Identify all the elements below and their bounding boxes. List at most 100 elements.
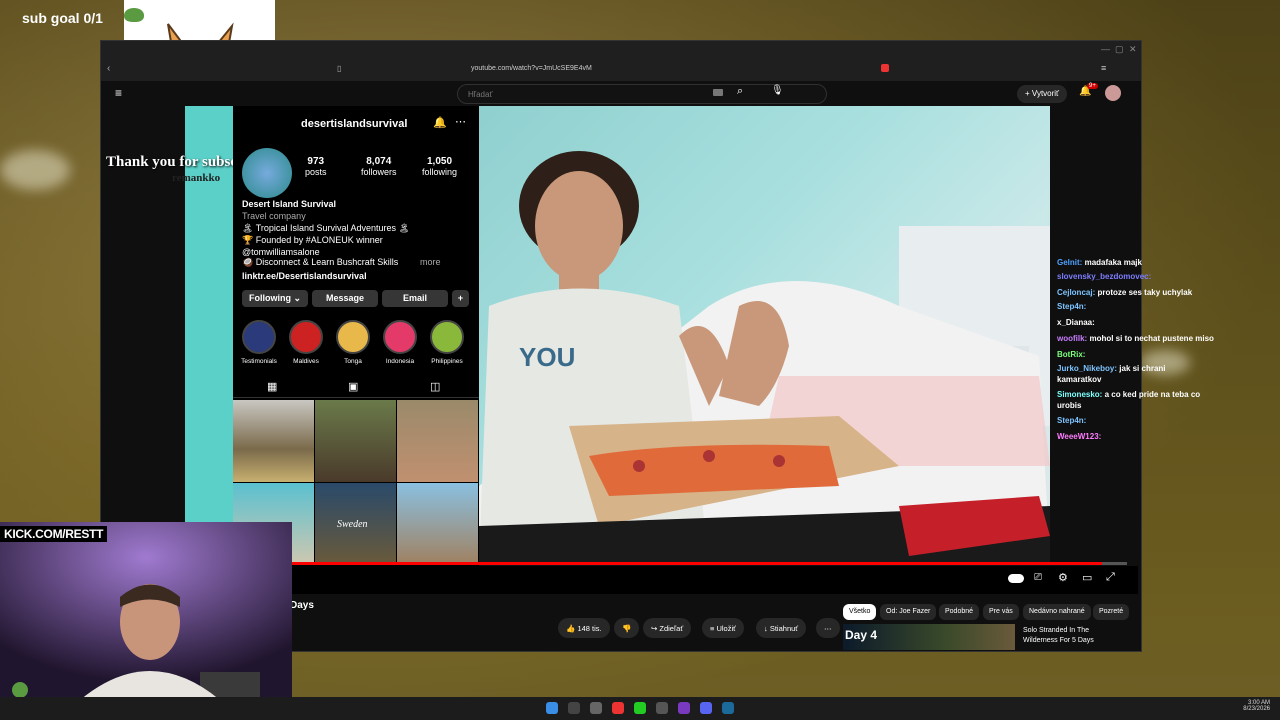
more-icon[interactable]: ⋯ (455, 115, 466, 128)
hamburger-icon[interactable]: ≡ (115, 86, 122, 100)
video-progress-bar[interactable] (292, 562, 1127, 565)
autoplay-toggle-icon[interactable] (1008, 574, 1024, 583)
stat-label: following (422, 167, 458, 177)
chip-watched[interactable]: Pozreté (1093, 604, 1130, 620)
profile-tabs: ▦ ▣ ◫ (233, 376, 479, 398)
grid-icon[interactable]: ▦ (267, 380, 277, 393)
recommendation-title[interactable]: Solo Stranded In The Wilderness For 5 Da… (1023, 626, 1123, 646)
task-view-icon[interactable] (568, 702, 580, 714)
chip-for-you[interactable]: Pre vás (983, 604, 1019, 620)
stat-followers[interactable]: 8,074 followers (361, 156, 397, 177)
close-icon[interactable]: ✕ (1129, 44, 1137, 55)
chat-message: WeeeW123: (1057, 432, 1101, 441)
download-button[interactable]: ↓ Stiahnuť (756, 618, 807, 638)
fullscreen-icon[interactable]: ⤢ (1106, 571, 1115, 584)
post-thumbnail[interactable] (397, 483, 478, 565)
more-actions-icon[interactable]: ⋯ (816, 618, 840, 638)
bio-name: Desert Island Survival (242, 199, 337, 209)
stat-value: 973 (307, 156, 325, 167)
highlight-indonesia[interactable]: Indonesia (378, 320, 422, 365)
save-button[interactable]: ≡ Uložiť (702, 618, 744, 638)
post-thumbnail[interactable] (233, 400, 314, 482)
subtitles-icon[interactable]: ⎚ (1034, 572, 1042, 583)
chat-message: woofilk: mohol si to nechat pustene miso (1057, 334, 1214, 343)
steam-icon[interactable] (722, 702, 734, 714)
minimize-icon[interactable]: — (1101, 44, 1110, 54)
chat-username[interactable]: BotRix: (1057, 350, 1085, 359)
chip-similar[interactable]: Podobné (939, 604, 980, 620)
bio-mention[interactable]: @tomwilliamsalone (242, 247, 320, 257)
post-thumbnail[interactable]: Sweden (315, 483, 396, 565)
share-button[interactable]: ↪ Zdieľať (643, 618, 692, 638)
highlight-label: Philippines (431, 358, 463, 365)
miniplayer-icon[interactable]: ▭ (1082, 571, 1092, 584)
chip-from-channel[interactable]: Od: Joe Fazer (880, 604, 937, 620)
dislike-icon[interactable]: 👎 (614, 618, 640, 638)
post-thumbnail[interactable] (397, 400, 478, 482)
save-label: Uložiť (716, 624, 736, 633)
system-clock[interactable]: 3:00 AM 8/23/2026 (1243, 700, 1270, 712)
tagged-icon[interactable]: ◫ (430, 380, 440, 393)
highlight-tonga[interactable]: Tonga (331, 320, 375, 365)
progress-fill (292, 562, 1102, 565)
chat-username[interactable]: Step4n: (1057, 302, 1086, 311)
chat-username[interactable]: Step4n: (1057, 416, 1086, 425)
chat-username[interactable]: woofilk: (1057, 334, 1087, 343)
app-icon[interactable] (590, 702, 602, 714)
kick-icon[interactable] (634, 702, 646, 714)
chat-username[interactable]: slovensky_bezdomovec: (1057, 272, 1151, 281)
app-icon[interactable] (656, 702, 668, 714)
pepe-emote-icon (124, 8, 144, 22)
thumbnail-text: Day 4 (845, 628, 878, 642)
gear-icon[interactable]: ⚙ (1058, 571, 1068, 584)
maximize-icon[interactable]: ▢ (1115, 44, 1124, 55)
extension-icon[interactable] (881, 64, 889, 72)
chat-username[interactable]: x_Dianaa: (1057, 318, 1095, 327)
bio-link[interactable]: linktr.ee/Desertislandsurvival (242, 271, 367, 281)
email-button[interactable]: Email (382, 290, 448, 307)
bio-more-link[interactable]: more (420, 257, 441, 267)
reels-icon[interactable]: ▣ (348, 380, 358, 393)
chat-username[interactable]: WeeeW123: (1057, 432, 1101, 441)
recommendation-thumbnail[interactable]: Day 4 (843, 624, 1015, 650)
stat-following[interactable]: 1,050 following (422, 156, 457, 177)
message-button[interactable]: Message (312, 290, 378, 307)
address-bar: ‹ ▯ youtube.com/watch?v=JmUcSE9E4vM ≡ (101, 59, 1141, 81)
profile-picture[interactable] (242, 148, 292, 198)
chat-message: Step4n: (1057, 302, 1086, 311)
following-button[interactable]: Following ⌄ (242, 290, 308, 307)
highlight-cover (383, 320, 417, 354)
avatar[interactable] (1105, 85, 1121, 101)
microphone-icon[interactable]: 🎙 (771, 85, 784, 96)
bookmark-icon[interactable]: ▯ (337, 64, 341, 73)
chip-all[interactable]: Všetko (843, 604, 877, 620)
discord-icon[interactable] (700, 702, 712, 714)
app-icon[interactable] (678, 702, 690, 714)
player-controls: ⎚ ⚙ ▭ ⤢ (292, 566, 1138, 594)
chat-username[interactable]: Gelnit: (1057, 258, 1082, 267)
highlight-maldives[interactable]: Maldives (284, 320, 328, 365)
post-thumbnail[interactable] (315, 400, 396, 482)
url-text[interactable]: youtube.com/watch?v=JmUcSE9E4vM (471, 65, 592, 72)
highlight-philippines[interactable]: Philippines (425, 320, 469, 365)
chip-recent[interactable]: Nedávno nahrané (1023, 604, 1091, 620)
search-icon[interactable]: ⌕ (737, 85, 743, 98)
highlight-testimonials[interactable]: Testimonials (237, 320, 281, 365)
video-player[interactable]: YOU (479, 106, 1050, 562)
chat-username[interactable]: Simonesko: (1057, 390, 1102, 399)
back-icon[interactable]: ‹ (107, 63, 110, 74)
keyboard-icon[interactable] (713, 89, 723, 96)
chat-username[interactable]: Jurko_Nikeboy: (1057, 364, 1117, 373)
windows-start-icon[interactable] (546, 702, 558, 714)
video-info-area: Days 👍 148 tis. 👎 ↪ Zdieľať ≡ Uložiť ↓ S… (290, 594, 1140, 650)
browser-icon[interactable] (612, 702, 624, 714)
menu-icon[interactable]: ≡ (1101, 63, 1106, 73)
like-button[interactable]: 👍 148 tis. (558, 618, 610, 638)
highlight-label: Indonesia (385, 358, 415, 365)
clock-date: 8/23/2026 (1243, 706, 1270, 712)
chat-username[interactable]: Cejloncaj: (1057, 288, 1095, 297)
create-button[interactable]: + Vytvoriť (1017, 85, 1068, 103)
bell-icon[interactable]: 🔔 (433, 116, 447, 129)
chat-message: slovensky_bezdomovec: (1057, 272, 1151, 281)
add-user-icon[interactable]: + (452, 290, 469, 307)
